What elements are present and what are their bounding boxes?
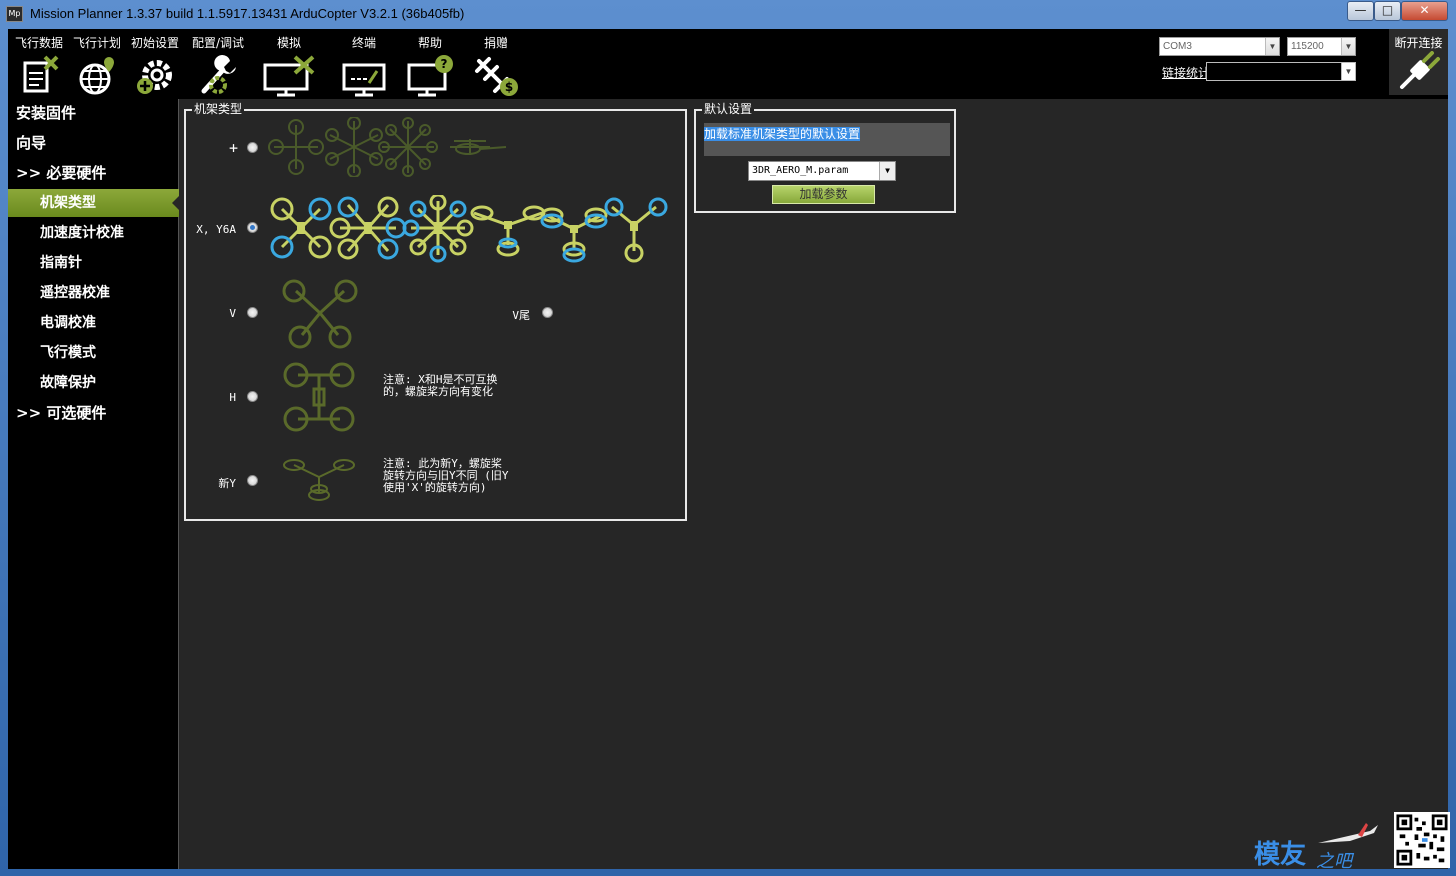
main-panel: 机架类型 + X, Y6A V V尾 H 注意: X和H是不可互换 的，螺旋桨方…	[180, 99, 1450, 869]
sidebar-item-frame-type[interactable]: 机架类型	[8, 189, 180, 217]
initial-setup-icon	[137, 60, 172, 94]
baud-select[interactable]: 115200 ▼	[1287, 37, 1356, 56]
maximize-button[interactable]: □	[1374, 1, 1401, 21]
terminal-icon	[342, 63, 386, 97]
defaults-legend: 默认设置	[702, 102, 755, 116]
flight-plan-icon	[79, 57, 114, 95]
sidebar-item-mandatory-hardware[interactable]: >> 必要硬件	[8, 159, 179, 187]
frame-radio-x-y6a[interactable]	[247, 222, 258, 233]
frame-label-h: H	[229, 391, 236, 404]
config-tuning-icon	[201, 55, 236, 94]
chevron-down-icon: ▼	[1341, 63, 1355, 80]
frame-label-v-tail: V尾	[512, 309, 530, 322]
new-y-frame-image[interactable]	[282, 455, 356, 503]
toolbar-flight-data[interactable]: 飞行数据	[10, 29, 68, 99]
main-toolbar: 飞行数据 飞行计划 初始设置 配置/调试 模拟 终端 帮助 ? 捐赠 $ COM…	[8, 29, 1448, 99]
chevron-down-icon: ▼	[1341, 38, 1355, 55]
watermark-logo: 模友 之吧	[1254, 823, 1378, 869]
frame-type-legend: 机架类型	[192, 102, 245, 116]
link-stats-link[interactable]: 链接统计	[1162, 64, 1210, 81]
svg-text:之吧: 之吧	[1316, 851, 1355, 869]
frame-label-v: V	[229, 307, 236, 320]
x-frames-image[interactable]	[268, 195, 674, 265]
chevron-down-icon: ▼	[879, 162, 895, 180]
load-params-button[interactable]: 加载参数	[772, 185, 875, 204]
v-frame-image[interactable]	[280, 279, 360, 349]
plug-icon	[1399, 51, 1440, 89]
toolbar-donate[interactable]: 捐赠 $	[468, 29, 524, 99]
frame-label-new-y: 新Y	[218, 477, 236, 490]
frame-radio-plus[interactable]	[247, 142, 258, 153]
svg-text:模友: 模友	[1254, 840, 1306, 869]
sidebar-item-compass[interactable]: 指南针	[8, 249, 179, 277]
sidebar-item-wizard[interactable]: 向导	[8, 129, 179, 157]
toolbar-flight-plan[interactable]: 飞行计划	[68, 29, 126, 99]
svg-text:$: $	[505, 80, 513, 94]
close-button[interactable]: ✕	[1401, 1, 1448, 21]
window-title: Mission Planner 1.3.37 build 1.1.5917.13…	[30, 6, 465, 21]
frame-label-plus: +	[228, 139, 238, 157]
port-select[interactable]: COM3 ▼	[1159, 37, 1280, 56]
flight-data-icon	[23, 55, 59, 93]
frame-radio-h[interactable]	[247, 391, 258, 402]
app-window: Mp Mission Planner 1.3.37 build 1.1.5917…	[0, 0, 1456, 876]
plus-frames-image[interactable]	[268, 117, 514, 177]
chevron-down-icon: ▼	[1265, 38, 1279, 55]
sidebar-item-optional-hardware[interactable]: >> 可选硬件	[8, 399, 179, 427]
donate-icon: $	[475, 57, 518, 96]
help-icon: ?	[407, 55, 453, 97]
toolbar-config-tuning[interactable]: 配置/调试	[186, 29, 250, 99]
simulation-icon	[263, 55, 315, 97]
title-bar: Mp Mission Planner 1.3.37 build 1.1.5917…	[0, 0, 1456, 28]
sidebar-item-failsafe[interactable]: 故障保护	[8, 369, 179, 397]
frame-radio-v-tail[interactable]	[542, 307, 553, 318]
sidebar-item-esc-calibration[interactable]: 电调校准	[8, 309, 179, 337]
disconnect-button[interactable]: 断开连接	[1389, 29, 1448, 95]
toolbar-terminal[interactable]: 终端	[336, 29, 392, 99]
toolbar-help[interactable]: 帮助 ?	[402, 29, 458, 99]
app-icon: Mp	[6, 6, 23, 22]
defaults-description: 加载标准机架类型的默认设置	[704, 123, 950, 156]
sidebar-item-flight-modes[interactable]: 飞行模式	[8, 339, 179, 367]
param-file-select[interactable]: 3DR_AERO_M.param ▼	[748, 161, 896, 181]
qr-code-image	[1394, 812, 1450, 868]
mavlink-select[interactable]: ▼	[1206, 62, 1356, 81]
svg-text:?: ?	[441, 57, 448, 71]
defaults-group: 默认设置 加载标准机架类型的默认设置 3DR_AERO_M.param ▼ 加载…	[694, 102, 956, 213]
frame-type-group: 机架类型 + X, Y6A V V尾 H 注意: X和H是不可互换 的，螺旋桨方…	[184, 102, 687, 521]
sidebar-item-install-firmware[interactable]: 安装固件	[8, 99, 179, 127]
sidebar-item-accel-calibration[interactable]: 加速度计校准	[8, 219, 179, 247]
frame-label-x-y6a: X, Y6A	[196, 223, 236, 236]
new-y-frame-note: 注意: 此为新Y，螺旋桨 旋转方向与旧Y不同 (旧Y 使用'X'的旋转方向)	[383, 457, 509, 494]
minimize-button[interactable]: —	[1347, 1, 1374, 21]
sidebar: 安装固件 向导 >> 必要硬件 机架类型 加速度计校准 指南针 遥控器校准 电调…	[8, 99, 180, 869]
toolbar-initial-setup[interactable]: 初始设置	[126, 29, 184, 99]
frame-radio-new-y[interactable]	[247, 475, 258, 486]
h-frame-note: 注意: X和H是不可互换 的，螺旋桨方向有变化	[383, 373, 498, 398]
sidebar-item-radio-calibration[interactable]: 遥控器校准	[8, 279, 179, 307]
toolbar-simulation[interactable]: 模拟	[260, 29, 318, 99]
client-area: 飞行数据 飞行计划 初始设置 配置/调试 模拟 终端 帮助 ? 捐赠 $ COM…	[8, 29, 1450, 869]
frame-radio-v[interactable]	[247, 307, 258, 318]
h-frame-image[interactable]	[282, 361, 356, 433]
